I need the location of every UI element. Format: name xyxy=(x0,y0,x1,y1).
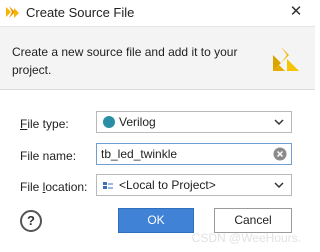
vivado-app-icon xyxy=(6,6,19,18)
file-name-input[interactable] xyxy=(97,144,271,164)
file-type-value: Verilog xyxy=(119,115,156,129)
close-button[interactable]: ✕ xyxy=(285,1,307,23)
file-type-label: File type: xyxy=(20,117,69,131)
chevron-down-icon xyxy=(274,119,284,126)
vivado-logo-icon xyxy=(273,47,299,71)
watermark-text: CSDN @WeeHours. xyxy=(191,231,301,245)
file-location-select[interactable]: <Local to Project> xyxy=(96,174,292,196)
chevron-down-icon xyxy=(274,182,284,189)
file-location-value: <Local to Project> xyxy=(119,178,216,192)
clear-icon[interactable] xyxy=(273,147,287,161)
cancel-button[interactable]: Cancel xyxy=(214,208,292,233)
dialog-description: Create a new source file and add it to y… xyxy=(12,45,238,77)
file-name-field[interactable] xyxy=(96,143,292,165)
window-title: Create Source File xyxy=(26,5,135,20)
help-button[interactable]: ? xyxy=(20,210,42,232)
file-name-label: File name: xyxy=(20,149,77,163)
file-type-select[interactable]: Verilog xyxy=(96,111,292,133)
local-project-icon xyxy=(103,182,113,189)
verilog-dot-icon xyxy=(103,116,115,128)
file-location-label: File location: xyxy=(20,180,88,194)
title-bar: Create Source File ✕ xyxy=(0,0,315,27)
ok-button[interactable]: OK xyxy=(118,208,194,233)
dialog-header: Create a new source file and add it to y… xyxy=(0,27,315,90)
